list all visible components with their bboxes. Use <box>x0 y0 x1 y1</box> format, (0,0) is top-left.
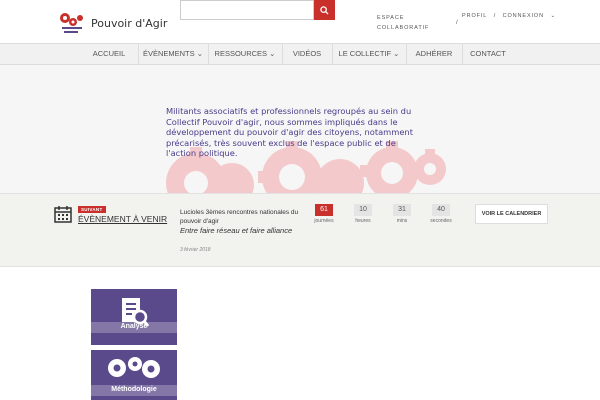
nav-item-contact[interactable]: CONTACT <box>462 44 514 64</box>
tile-label: Méthodologie <box>111 386 157 393</box>
countdown-days-label: journées <box>314 218 334 224</box>
nav-item-videos[interactable]: VIDÉOS <box>282 44 332 64</box>
countdown-days: 61 <box>315 204 333 216</box>
hero-text: Militants associatifs et professionnels … <box>166 106 413 158</box>
nav-item-ressources[interactable]: RESSOURCES ⌄ <box>208 44 282 64</box>
profil-link[interactable]: PROFIL <box>462 13 487 19</box>
espace-collaboratif-link[interactable]: ESPACE COLLABORATIF <box>377 13 437 33</box>
chevron-down-icon: ⌄ <box>393 49 400 58</box>
nav-item-label: VIDÉOS <box>292 49 322 58</box>
site-logo[interactable] <box>58 9 86 35</box>
event-band: SUIVANT ÉVÈNEMENT À VENIR Lucioles 3èmes… <box>0 193 600 267</box>
nav-item-accueil[interactable]: ACCUEIL <box>80 44 138 64</box>
event-date: 3 février 2018 <box>180 247 211 253</box>
header-divider: / <box>456 20 458 26</box>
tile-methodologie[interactable]: Méthodologie <box>91 350 177 400</box>
nav-item-le-collectif[interactable]: LE COLLECTIF ⌄ <box>332 44 406 64</box>
nav-item-label: LE COLLECTIF <box>338 49 392 58</box>
header: Pouvoir d'Agir ESPACE COLLABORATIF / PRO… <box>0 0 600 43</box>
countdown-seconds-label: secondes <box>430 218 452 224</box>
connexion-link[interactable]: CONNEXION ⌄ <box>503 13 560 19</box>
next-badge: SUIVANT <box>78 206 106 213</box>
countdown-seconds: 40 <box>432 204 450 216</box>
countdown-hours-label: heures <box>355 218 371 224</box>
user-links: PROFIL / CONNEXION ⌄ <box>462 13 564 19</box>
tile-analyse[interactable]: Analyse <box>91 289 177 345</box>
countdown-hours: 10 <box>354 204 372 216</box>
nav-item-label: ÉVÈNEMENTS <box>142 49 195 58</box>
site-name[interactable]: Pouvoir d'Agir <box>91 17 167 30</box>
chevron-down-icon: ⌄ <box>269 49 276 58</box>
nav-item-label: ACCUEIL <box>92 49 126 58</box>
tile-label: Analyse <box>120 323 148 330</box>
hero-banner: Militants associatifs et professionnels … <box>0 65 600 193</box>
chevron-down-icon: ⌄ <box>550 13 556 19</box>
nav-item-label: RESSOURCES <box>214 49 268 58</box>
view-calendar-button[interactable]: VOIR LE CALENDRIER <box>475 204 548 224</box>
search-icon <box>320 5 329 15</box>
gears-icon <box>108 357 160 378</box>
search-input[interactable] <box>180 0 314 20</box>
connexion-label: CONNEXION <box>502 13 544 19</box>
nav-item-label: ADHÉRER <box>415 49 453 58</box>
event-name[interactable]: Lucioles 3èmes rencontres nationales du … <box>180 208 300 226</box>
nav-item-evenements[interactable]: ÉVÈNEMENTS ⌄ <box>138 44 208 64</box>
countdown-minutes: 31 <box>393 204 411 216</box>
nav-item-adherer[interactable]: ADHÉRER <box>406 44 462 64</box>
search-button[interactable] <box>314 0 335 20</box>
chevron-down-icon: ⌄ <box>196 49 204 58</box>
nav-item-label: CONTACT <box>470 49 506 58</box>
upcoming-event-title[interactable]: ÉVÈNEMENT À VENIR <box>78 214 167 224</box>
event-subtitle: Entre faire réseau et faire alliance <box>180 226 293 235</box>
user-links-separator: / <box>493 13 497 19</box>
countdown-minutes-label: mins <box>396 218 408 224</box>
calendar-icon <box>54 206 72 223</box>
main-nav: ACCUEIL ÉVÈNEMENTS ⌄ RESSOURCES ⌄ VIDÉOS… <box>0 43 600 65</box>
